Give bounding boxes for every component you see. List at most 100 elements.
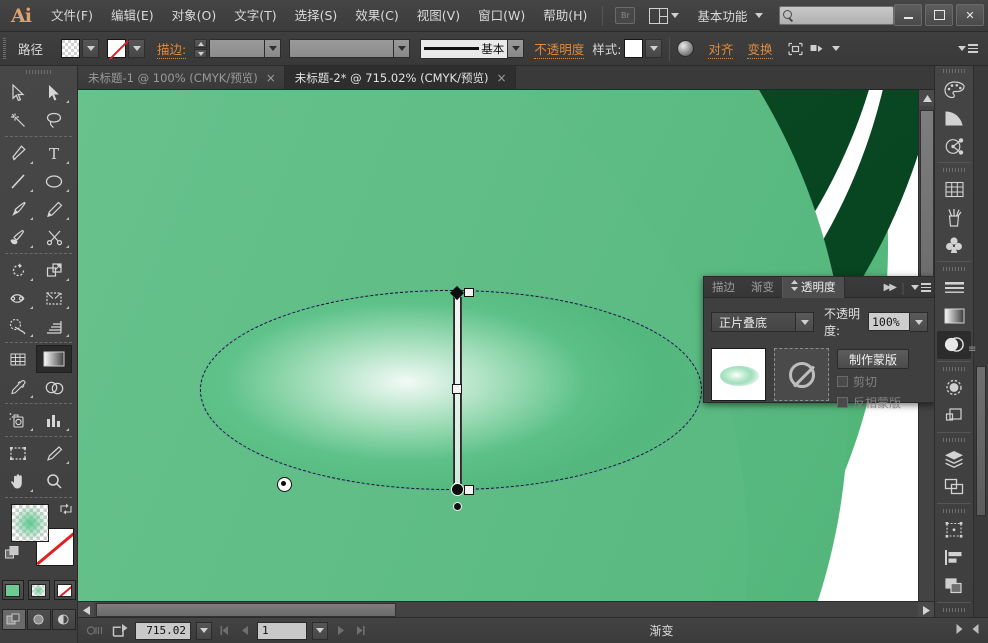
clip-checkbox-row[interactable]: 剪切: [837, 373, 909, 390]
drawing-mode-behind-button[interactable]: [26, 609, 51, 630]
blob-brush-tool[interactable]: [0, 223, 36, 251]
shape-builder-tool[interactable]: [0, 312, 36, 340]
layers-panel-icon[interactable]: [937, 445, 971, 473]
artboard-tool[interactable]: [0, 439, 36, 467]
panel-options-menu-icon[interactable]: [911, 283, 931, 292]
collapse-panel-icon[interactable]: ▶▶: [884, 282, 897, 293]
horizontal-scroll-thumb[interactable]: [96, 603, 396, 617]
stroke-dropdown-button[interactable]: [128, 39, 146, 58]
invert-mask-checkbox[interactable]: [837, 397, 848, 408]
select-similar-objects-icon[interactable]: [807, 39, 829, 59]
swap-fill-stroke-icon[interactable]: [59, 502, 73, 516]
menu-file[interactable]: 文件(F): [42, 0, 102, 32]
scroll-up-button[interactable]: [919, 90, 935, 106]
pencil-tool[interactable]: [36, 195, 72, 223]
canvas-horizontal-scrollbar[interactable]: [78, 601, 934, 618]
direct-selection-tool[interactable]: [36, 78, 72, 106]
close-button[interactable]: ✕: [956, 4, 984, 26]
align-panel-icon[interactable]: [937, 544, 971, 572]
next-artboard-button[interactable]: [333, 622, 348, 640]
control-bar-grip[interactable]: [0, 32, 8, 66]
hand-tool[interactable]: [0, 467, 36, 495]
dock-scroll-thumb[interactable]: [976, 366, 986, 516]
tab-stroke[interactable]: 描边: [704, 277, 743, 298]
close-icon[interactable]: ×: [496, 71, 506, 85]
search-input[interactable]: [779, 6, 895, 25]
free-transform-tool[interactable]: [36, 284, 72, 312]
dock-grip[interactable]: [935, 66, 973, 76]
selection-tool[interactable]: [0, 78, 36, 106]
blend-mode-dropdown-button[interactable]: [796, 312, 814, 332]
swatches-panel-icon[interactable]: [937, 175, 971, 203]
menu-window[interactable]: 窗口(W): [469, 0, 534, 32]
pathfinder-panel-icon[interactable]: [937, 572, 971, 600]
stroke-weight-input[interactable]: [209, 39, 266, 58]
gradient-fill-button[interactable]: [27, 580, 50, 600]
menu-effect[interactable]: 效果(C): [346, 0, 407, 32]
arrange-documents-button[interactable]: [649, 7, 680, 24]
stroke-weight-stepper[interactable]: [194, 39, 208, 58]
last-artboard-button[interactable]: [353, 622, 368, 640]
gradient-end-stop[interactable]: [451, 483, 464, 496]
symbols-panel-icon[interactable]: [937, 231, 971, 259]
control-panel-menu-icon[interactable]: [958, 44, 978, 53]
dock-group-grip[interactable]: [935, 264, 973, 274]
brushes-panel-icon[interactable]: [937, 203, 971, 231]
graphic-style-dropdown[interactable]: [645, 39, 663, 58]
slice-tool[interactable]: [36, 439, 72, 467]
color-guide-panel-icon[interactable]: [937, 104, 971, 132]
bridge-icon[interactable]: Br: [615, 7, 636, 24]
scissors-tool[interactable]: [36, 223, 72, 251]
opacity-label[interactable]: 不透明度: [534, 39, 585, 59]
workspace-switcher[interactable]: 基本功能: [697, 6, 747, 25]
status-expand-icon[interactable]: [955, 624, 963, 637]
workspace-chevron-down-icon[interactable]: [755, 13, 764, 18]
transform-label[interactable]: 变换: [747, 39, 773, 59]
drawing-mode-inside-button[interactable]: [51, 609, 76, 630]
appearance-panel-icon[interactable]: [937, 374, 971, 402]
select-similar-chevron-down-icon[interactable]: [831, 46, 840, 51]
scale-tool[interactable]: [36, 256, 72, 284]
isolate-selected-object-icon[interactable]: [785, 39, 807, 59]
zoom-level-dropdown[interactable]: [196, 621, 212, 640]
transform-panel-icon[interactable]: [937, 516, 971, 544]
gradient-annotator[interactable]: [446, 285, 474, 511]
dock-resize-handle[interactable]: ≡: [968, 344, 976, 355]
zoom-tool[interactable]: [36, 467, 72, 495]
graphic-style-swatch[interactable]: [624, 39, 644, 58]
magic-wand-tool[interactable]: [0, 106, 36, 134]
minimize-button[interactable]: [894, 4, 922, 26]
zoom-level-input[interactable]: 715.02: [135, 621, 191, 640]
clip-checkbox[interactable]: [837, 376, 848, 387]
gradient-midpoint-stop[interactable]: [452, 384, 462, 394]
first-artboard-button[interactable]: [217, 622, 232, 640]
rotate-tool[interactable]: [0, 256, 36, 284]
fill-swatch[interactable]: [61, 39, 81, 58]
artboard-number-input[interactable]: 1: [257, 621, 307, 640]
gradient-start-square-handle[interactable]: [464, 288, 474, 297]
document-tab-2[interactable]: 未标题-2* @ 715.02% (CMYK/预览) ×: [284, 66, 516, 89]
dock-scrollbar[interactable]: ≡: [968, 66, 988, 643]
brush-definition-preview[interactable]: 基本: [420, 38, 509, 59]
gradient-rotate-handle[interactable]: [453, 502, 462, 511]
status-text[interactable]: 渐变: [373, 622, 950, 639]
fill-swatch-group[interactable]: [61, 39, 100, 58]
opacity-input[interactable]: 100%: [868, 312, 910, 331]
menu-help[interactable]: 帮助(H): [534, 0, 596, 32]
menu-edit[interactable]: 编辑(E): [102, 0, 163, 32]
align-label[interactable]: 对齐: [708, 39, 734, 59]
stepper-down-button[interactable]: [194, 49, 208, 58]
stroke-swatch[interactable]: [107, 39, 127, 58]
close-icon[interactable]: ×: [266, 71, 276, 85]
document-tab-1[interactable]: 未标题-1 @ 100% (CMYK/预览) ×: [78, 66, 285, 89]
menu-view[interactable]: 视图(V): [408, 0, 469, 32]
transparency-panel-icon[interactable]: [937, 330, 971, 359]
perspective-grid-tool[interactable]: [36, 312, 72, 340]
recolor-artwork-icon[interactable]: [677, 40, 695, 57]
variable-width-dropdown[interactable]: [394, 39, 411, 58]
scroll-left-button[interactable]: [78, 602, 94, 618]
column-graph-tool[interactable]: [36, 406, 72, 434]
make-mask-button[interactable]: 制作蒙版: [837, 349, 909, 369]
dock-group-grip[interactable]: [935, 364, 973, 374]
dock-group-grip[interactable]: [935, 435, 973, 445]
